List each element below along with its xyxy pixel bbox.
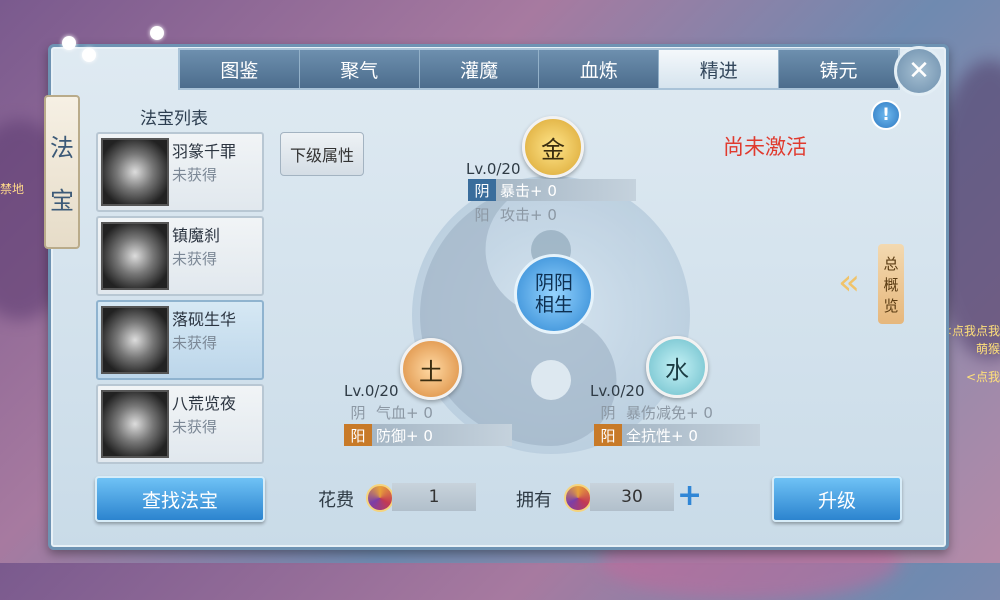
center-label-line-2: 相生: [534, 294, 573, 316]
sub-attribute-button[interactable]: 下级属性: [280, 132, 364, 176]
earth-yang-value: 防御+ 0: [376, 426, 433, 445]
yang-tag: 阳: [474, 205, 490, 224]
yin-tag: 阴: [600, 403, 616, 422]
close-icon: ✕: [908, 56, 930, 86]
fabao-list-title: 法宝列表: [140, 109, 208, 129]
tab-jingjin[interactable]: 精进: [659, 50, 780, 88]
fabao-name: 镇魔刹: [172, 226, 221, 245]
vertical-label-char-1: 法: [50, 134, 74, 162]
side-right-line-3: <点我: [965, 370, 1000, 384]
side-right-line-1: <点我点我: [941, 324, 1000, 338]
water-yang-value: 全抗性+ 0: [626, 426, 698, 445]
side-right-line-2: 萌猴: [975, 342, 1000, 356]
fabao-name: 八荒览夜: [172, 394, 237, 413]
yin-tag: 阴: [350, 403, 366, 422]
yang-tag: 阳: [344, 424, 372, 446]
water-yin-value: 暴伤减免+ 0: [626, 403, 713, 422]
fabao-thumbnail-icon: [101, 306, 169, 374]
side-left-text: 禁地: [0, 182, 25, 196]
earth-yin-attr: 阴 气血+ 0: [344, 401, 512, 423]
fabao-list-item-1[interactable]: 羽篆千罪 未获得: [96, 132, 264, 212]
center-label-line-1: 阴阳: [534, 272, 573, 294]
earth-yang-attr: 阳 防御+ 0: [344, 424, 512, 446]
tab-tujian[interactable]: 图鉴: [180, 50, 300, 88]
fabao-thumbnail-icon: [101, 222, 169, 290]
gold-yin-attr: 阴 暴击+ 0: [468, 179, 636, 201]
flower-decoration: [150, 26, 164, 40]
fabao-status: 未获得: [172, 250, 218, 268]
overview-char-1: 总: [883, 254, 899, 273]
chevron-left-icon[interactable]: «: [838, 262, 860, 303]
yin-tag: 阴: [468, 179, 496, 201]
tab-zhuyuan[interactable]: 铸元: [779, 50, 898, 88]
currency-coin-icon: [564, 484, 592, 512]
fabao-list-item-2[interactable]: 镇魔刹 未获得: [96, 216, 264, 296]
own-value: 30: [590, 483, 674, 511]
water-level: Lv.0/20: [590, 382, 645, 400]
gold-yang-attr: 阳 攻击+ 0: [468, 203, 636, 225]
fabao-name: 落砚生华: [172, 310, 237, 329]
tab-juqi[interactable]: 聚气: [300, 50, 420, 88]
fabao-thumbnail-icon: [101, 138, 169, 206]
fabao-thumbnail-icon: [101, 390, 169, 458]
fabao-list-item-4[interactable]: 八荒览夜 未获得: [96, 384, 264, 464]
earth-yin-value: 气血+ 0: [376, 403, 433, 422]
close-button[interactable]: ✕: [894, 46, 944, 96]
gold-level: Lv.0/20: [466, 160, 521, 178]
water-yin-attr: 阴 暴伤减免+ 0: [594, 401, 760, 423]
tab-bar: 图鉴 聚气 灌魔 血炼 精进 铸元: [178, 48, 900, 90]
overview-char-2: 概: [883, 275, 899, 294]
tab-xuelian[interactable]: 血炼: [539, 50, 660, 88]
overview-char-3: 览: [883, 296, 899, 315]
flower-decoration: [82, 48, 96, 62]
gold-element-node[interactable]: 金: [522, 116, 584, 178]
upgrade-button[interactable]: 升级: [772, 476, 902, 522]
cost-label: 花费: [318, 490, 354, 511]
currency-coin-icon: [366, 484, 394, 512]
water-yang-attr: 阳 全抗性+ 0: [594, 424, 760, 446]
info-icon[interactable]: !: [871, 100, 901, 130]
flower-decoration: [62, 36, 76, 50]
fabao-status: 未获得: [172, 166, 218, 184]
fabao-status: 未获得: [172, 334, 218, 352]
fabao-vertical-label: 法 宝: [44, 95, 80, 249]
fabao-name: 羽篆千罪: [172, 142, 237, 161]
gold-yin-value: 暴击+ 0: [500, 181, 557, 200]
fabao-list-item-3[interactable]: 落砚生华 未获得: [96, 300, 264, 380]
yang-tag: 阳: [594, 424, 622, 446]
cost-value: 1: [392, 483, 476, 511]
not-activated-text: 尚未激活: [723, 135, 807, 159]
find-fabao-button[interactable]: 查找法宝: [95, 476, 265, 522]
tab-guanmo[interactable]: 灌魔: [420, 50, 540, 88]
add-currency-plus-icon[interactable]: +: [677, 481, 702, 511]
water-element-node[interactable]: 水: [646, 336, 708, 398]
fabao-status: 未获得: [172, 418, 218, 436]
earth-level: Lv.0/20: [344, 382, 399, 400]
vertical-label-char-2: 宝: [50, 187, 74, 215]
yin-yang-center-button[interactable]: 阴阳 相生: [514, 254, 594, 334]
overview-tab[interactable]: 总 概 览: [878, 244, 904, 324]
own-label: 拥有: [516, 490, 552, 511]
earth-element-node[interactable]: 土: [400, 338, 462, 400]
gold-yang-value: 攻击+ 0: [500, 205, 557, 224]
